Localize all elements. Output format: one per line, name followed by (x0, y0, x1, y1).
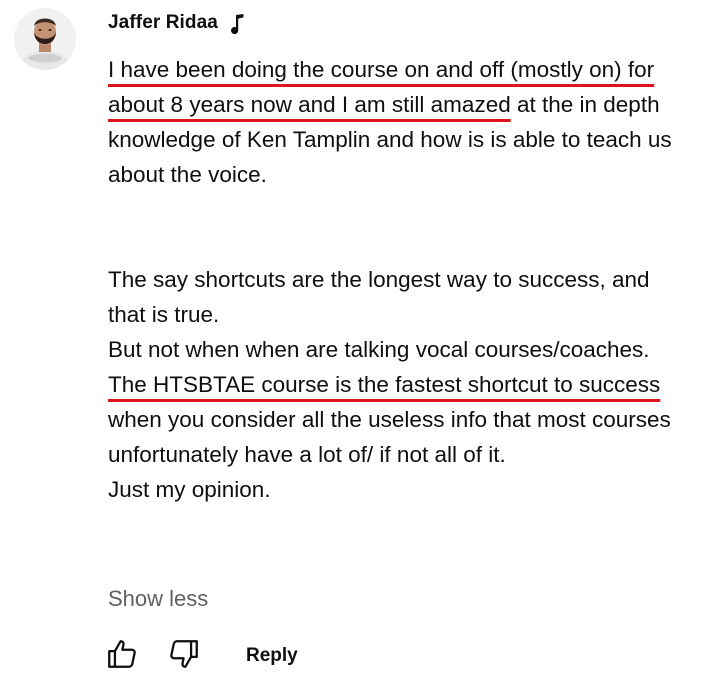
comment-paragraph-1: I have been doing the course on and off … (108, 52, 688, 192)
like-button[interactable] (102, 636, 142, 676)
dislike-button[interactable] (164, 636, 204, 676)
author-name[interactable]: Jaffer Ridaa (108, 12, 218, 34)
thumbs-up-icon (105, 637, 139, 676)
show-less-button[interactable]: Show less (108, 586, 208, 612)
comment-text-segment: The say shortcuts are the longest way to… (108, 267, 650, 327)
avatar-image (14, 8, 76, 70)
comment-actions: Reply (102, 636, 298, 676)
comment-paragraph-3: But not when when are talking vocal cour… (108, 332, 688, 367)
avatar[interactable] (14, 8, 76, 70)
comment-text-segment: But not when when are talking vocal cour… (108, 337, 650, 362)
comment-text-segment: Just my opinion. (108, 477, 271, 502)
comment-text-segment: when you consider all the useless info t… (108, 407, 671, 467)
comment-header: Jaffer Ridaa (108, 12, 246, 35)
comment-paragraph-2: The say shortcuts are the longest way to… (108, 262, 688, 332)
comment-paragraph-5: Just my opinion. (108, 472, 688, 507)
music-note-icon (228, 12, 246, 35)
comment-paragraph-4: The HTSBTAE course is the fastest shortc… (108, 367, 688, 472)
underlined-text: The HTSBTAE course is the fastest shortc… (108, 372, 661, 397)
reply-button[interactable]: Reply (246, 645, 298, 667)
thumbs-down-icon (167, 637, 201, 676)
comment-text: I have been doing the course on and off … (108, 52, 688, 507)
